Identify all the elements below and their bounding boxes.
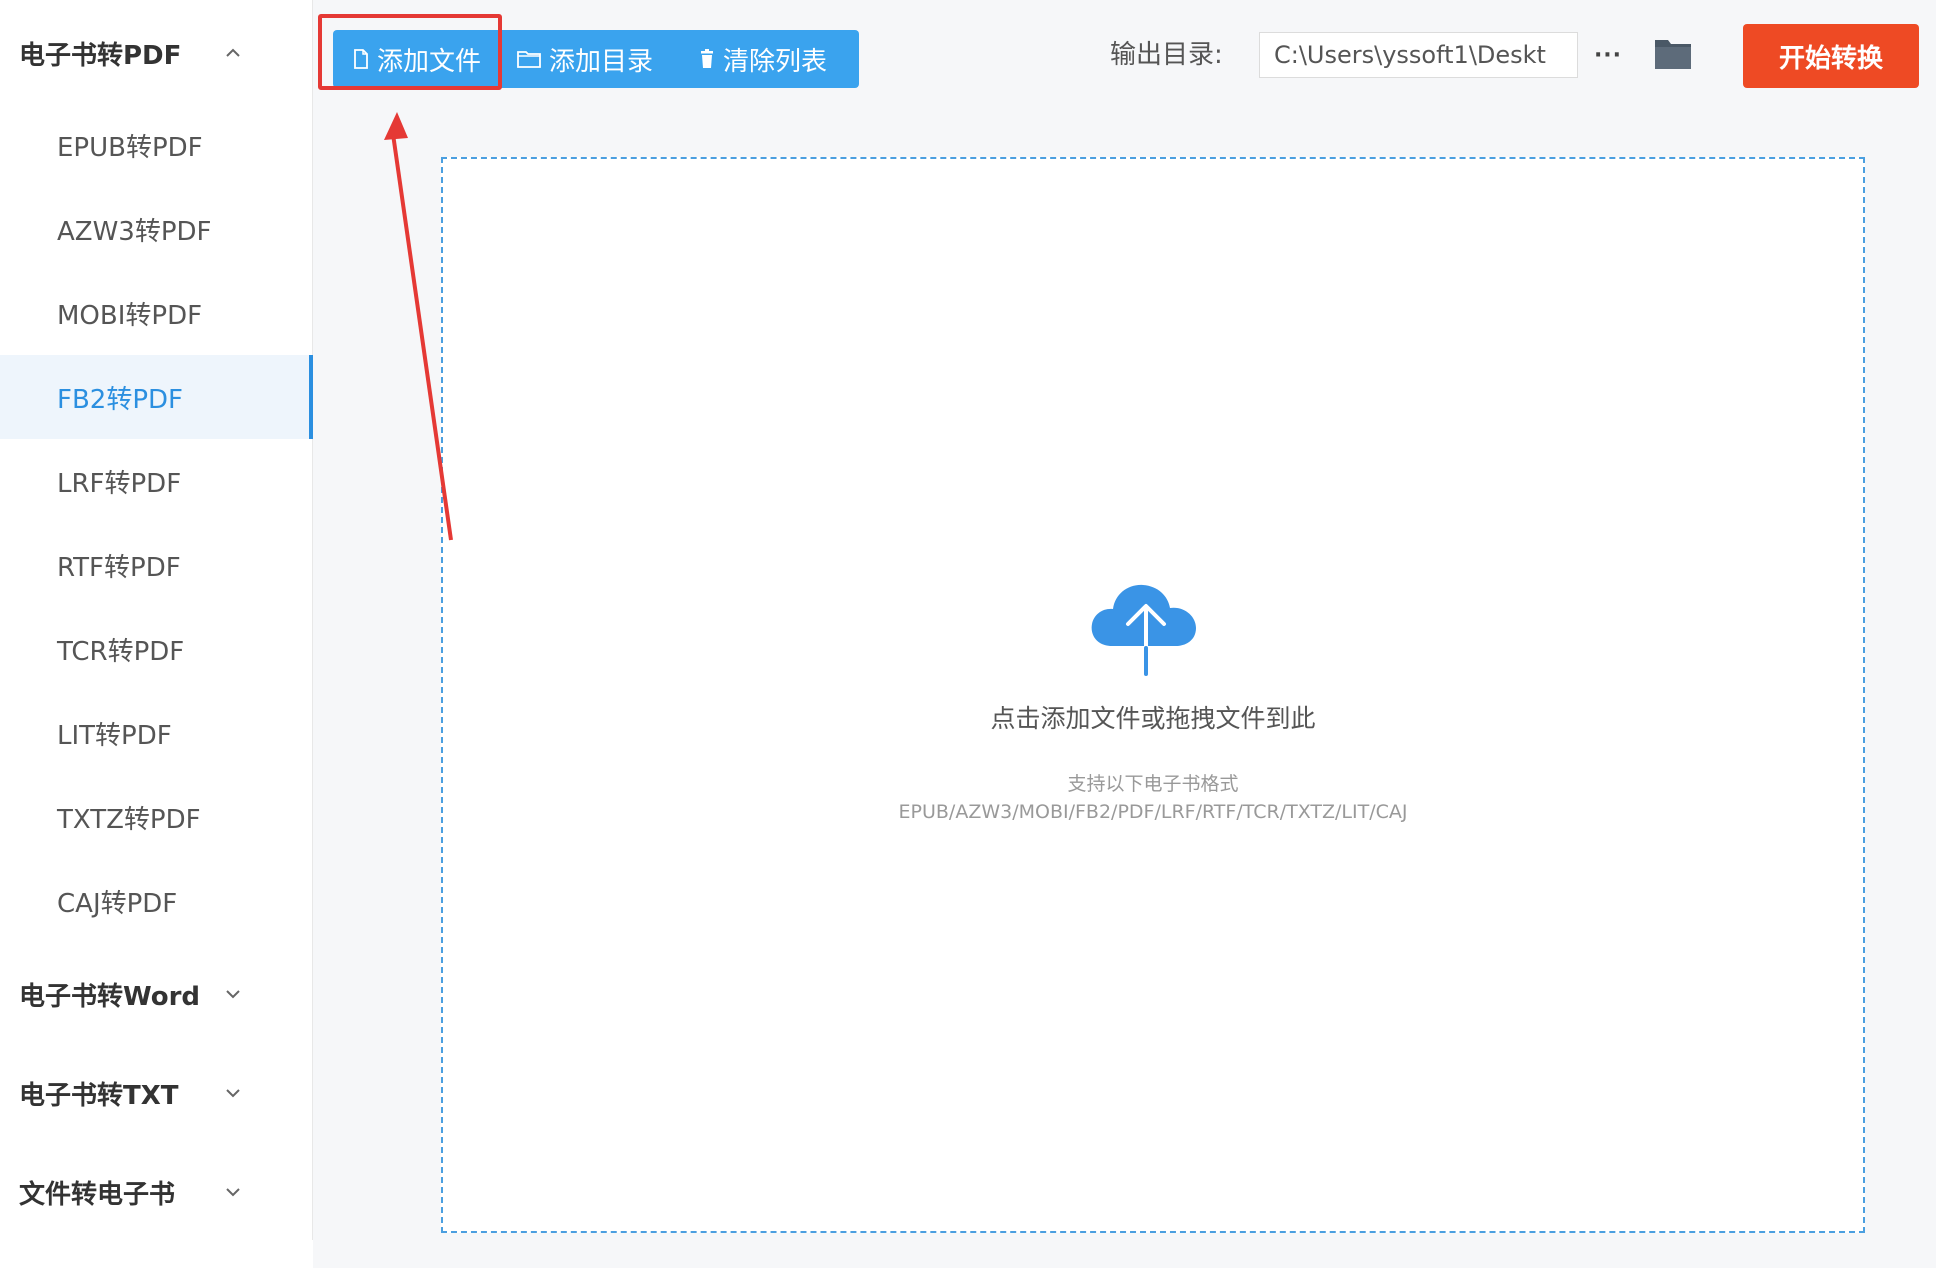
- sidebar-item-tcr-to-pdf[interactable]: TCR转PDF: [0, 607, 312, 691]
- sidebar-group-label: 电子书转Word: [19, 981, 201, 1012]
- chevron-down-icon: [222, 1082, 244, 1104]
- sidebar-group-label: 电子书转PDF: [19, 40, 182, 71]
- sidebar-item-fb2-to-pdf[interactable]: FB2转PDF: [0, 355, 313, 439]
- sidebar-item-txtz-to-pdf[interactable]: TXTZ转PDF: [0, 775, 312, 859]
- output-directory-input[interactable]: [1259, 32, 1578, 78]
- folder-outline-icon: [517, 50, 541, 68]
- output-directory-label: 输出目录:: [1110, 40, 1223, 70]
- sidebar-item-label: AZW3转PDF: [57, 216, 212, 247]
- sidebar-item-epub-to-pdf[interactable]: EPUB转PDF: [0, 103, 312, 187]
- add-file-label: 添加文件: [377, 46, 482, 77]
- chevron-down-icon: [222, 1181, 244, 1203]
- trash-icon: [699, 49, 715, 69]
- file-button-group: 添加文件 添加目录 清除列表: [333, 30, 859, 88]
- sidebar-item-lit-to-pdf[interactable]: LIT转PDF: [0, 691, 312, 775]
- more-options-label: ···: [1593, 42, 1623, 68]
- sidebar-item-label: RTF转PDF: [57, 552, 181, 583]
- sidebar-item-caj-to-pdf[interactable]: CAJ转PDF: [0, 859, 312, 943]
- main-panel: 添加文件 添加目录 清除列表 输出目录: ··· 开始转换: [313, 0, 1936, 1268]
- sidebar-item-lrf-to-pdf[interactable]: LRF转PDF: [0, 439, 312, 523]
- clear-list-label: 清除列表: [723, 46, 828, 77]
- cloud-upload-icon: [1088, 574, 1208, 676]
- chevron-up-icon: [222, 42, 244, 64]
- sidebar-group-ebook-to-word[interactable]: 电子书转Word: [0, 964, 312, 1024]
- sidebar-item-azw3-to-pdf[interactable]: AZW3转PDF: [0, 187, 312, 271]
- clear-list-button[interactable]: 清除列表: [685, 30, 855, 88]
- sidebar-item-label: TXTZ转PDF: [57, 804, 201, 835]
- more-options-button[interactable]: ···: [1590, 40, 1626, 70]
- sidebar-item-label: MOBI转PDF: [57, 300, 203, 331]
- add-file-button[interactable]: 添加文件: [333, 30, 505, 88]
- sidebar-item-label: CAJ转PDF: [57, 888, 178, 919]
- sidebar-group-file-to-ebook[interactable]: 文件转电子书: [0, 1162, 312, 1222]
- sidebar-group-label: 电子书转TXT: [19, 1080, 179, 1111]
- sidebar-item-label: FB2转PDF: [57, 384, 183, 415]
- supported-formats-text: EPUB/AZW3/MOBI/FB2/PDF/LRF/RTF/TCR/TXTZ/…: [898, 801, 1408, 823]
- add-directory-button[interactable]: 添加目录: [505, 30, 685, 88]
- sidebar-item-mobi-to-pdf[interactable]: MOBI转PDF: [0, 271, 312, 355]
- sidebar-group-ebook-to-pdf[interactable]: 电子书转PDF: [0, 23, 312, 83]
- sidebar-item-rtf-to-pdf[interactable]: RTF转PDF: [0, 523, 312, 607]
- file-drop-zone[interactable]: 点击添加文件或拖拽文件到此 支持以下电子书格式 EPUB/AZW3/MOBI/F…: [441, 157, 1865, 1233]
- sidebar-group-ebook-to-txt[interactable]: 电子书转TXT: [0, 1063, 312, 1123]
- sidebar-item-label: EPUB转PDF: [57, 132, 203, 163]
- sidebar-item-label: LIT转PDF: [57, 720, 172, 751]
- sidebar-item-label: TCR转PDF: [57, 636, 185, 667]
- sidebar-group-label: 文件转电子书: [19, 1179, 176, 1210]
- file-icon: [353, 49, 369, 69]
- add-directory-label: 添加目录: [549, 46, 654, 77]
- start-convert-button[interactable]: 开始转换: [1743, 24, 1919, 88]
- drop-zone-main-text: 点击添加文件或拖拽文件到此: [990, 704, 1316, 733]
- sidebar-item-label: LRF转PDF: [57, 468, 182, 499]
- chevron-down-icon: [222, 983, 244, 1005]
- toolbar: 添加文件 添加目录 清除列表 输出目录: ··· 开始转换: [313, 0, 1936, 118]
- sidebar: 电子书转PDF EPUB转PDF AZW3转PDF MOBI转PDF FB2转P…: [0, 0, 313, 1240]
- drop-zone-sub-text: 支持以下电子书格式: [1067, 773, 1239, 795]
- folder-icon[interactable]: [1653, 36, 1693, 72]
